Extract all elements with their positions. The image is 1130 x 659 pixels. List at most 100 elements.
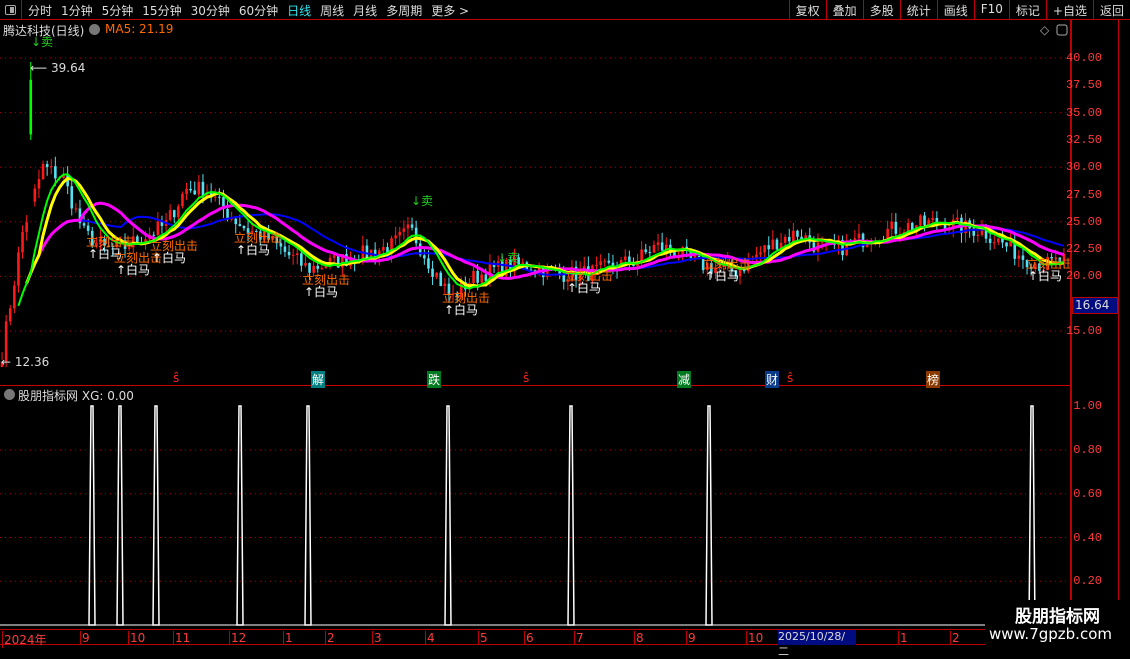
candle-body (648, 252, 652, 254)
candle-body (771, 239, 775, 250)
candle-body (431, 268, 434, 277)
time-tick: 6 (524, 631, 534, 645)
event-signal[interactable]: 解 (311, 371, 326, 388)
candle-body (435, 272, 438, 277)
panel-icon[interactable] (1056, 24, 1068, 36)
candle-body (439, 272, 443, 286)
time-axis: 2025/10/28/二 2024年 9 10 11 12 1 2 3 4 5 6 7 8 9 10 1 2 (0, 629, 1070, 658)
event-signal[interactable]: ŝ (172, 371, 180, 385)
buy-signal: ↑白马 (236, 242, 270, 257)
candle-body (759, 252, 762, 255)
candle-body (283, 246, 287, 252)
candle-body (300, 253, 303, 266)
buy-signal: ↑白马 (444, 302, 478, 317)
price-tick: 40.00 (1065, 51, 1102, 65)
price-tick: 35.00 (1065, 105, 1102, 120)
candle-body (316, 265, 320, 269)
candle-body (767, 245, 771, 250)
candle-body (792, 230, 795, 242)
xg-spike (1028, 405, 1036, 626)
event-signal[interactable]: 财 (765, 371, 780, 388)
xg-spike (116, 405, 124, 626)
candle-body (238, 224, 242, 226)
candle-body (988, 238, 992, 243)
xg-spike (304, 405, 312, 626)
candle-body (402, 228, 406, 232)
price-tick: 30.00 (1065, 160, 1102, 175)
candle-body (308, 263, 311, 273)
candle-body (894, 221, 898, 234)
panel-divider[interactable] (0, 385, 1070, 386)
candle-body (213, 196, 217, 198)
indicator-title: 股朋指标网 XG: 0.00 (18, 387, 134, 404)
candle-body (599, 261, 602, 265)
candle-body (787, 236, 791, 242)
xg-spike (444, 405, 452, 626)
xg-spike (152, 405, 160, 626)
candle-body (857, 233, 861, 239)
buy-signal: ↑白马 (1028, 268, 1062, 283)
buy-signal: ↑白马 (705, 268, 739, 283)
candlestick-chart[interactable]: ⟵ 39.64← 12.36立刻出击↑白马立刻出击↑白马立刻出击↑白马立刻出击↑… (0, 0, 1070, 630)
candle-body (181, 193, 184, 207)
watermark: 股朋指标网 www.7gpzb.com (985, 600, 1130, 650)
candle-body (783, 236, 787, 243)
candle-body (320, 268, 324, 270)
indicator-tick: 0.20 (1073, 574, 1102, 589)
time-tick: 2 (950, 631, 960, 645)
price-tick: 37.50 (1065, 78, 1102, 93)
candle-body (1005, 242, 1008, 247)
candle-body (25, 222, 28, 232)
toolbar-button[interactable]: 返回 (1092, 0, 1130, 20)
side-strip[interactable] (1118, 20, 1130, 650)
candle-body (656, 242, 660, 245)
candle-body (304, 263, 307, 266)
candle-body (997, 238, 1000, 243)
candle-body (189, 188, 192, 191)
indicator-tick: 0.60 (1073, 486, 1102, 501)
diamond-icon[interactable]: ◇ (1040, 23, 1050, 37)
candle-body (398, 231, 402, 236)
indicator-name: 股朋指标网 (18, 389, 79, 403)
candle-body (820, 242, 824, 244)
price-tick: 25.00 (1065, 214, 1102, 229)
event-signal[interactable]: 榜 (926, 371, 941, 388)
candle-body (291, 254, 295, 256)
candle-body (218, 196, 221, 198)
candle-body (49, 166, 53, 168)
candle-body (172, 210, 176, 218)
candle-body (956, 217, 959, 220)
candle-body (13, 285, 16, 309)
candle-body (86, 225, 90, 231)
time-tick: 10 (128, 631, 146, 645)
candle-body (295, 253, 299, 255)
time-tick: 5 (478, 631, 488, 645)
candle-body (17, 252, 20, 286)
candle-body (472, 270, 475, 283)
candle-body (394, 235, 397, 239)
time-tick: 1 (283, 631, 293, 645)
event-signal[interactable]: ŝ (522, 371, 530, 385)
candle-body (152, 234, 156, 236)
indicator-dropdown-icon[interactable] (4, 389, 15, 400)
candle-body (193, 190, 197, 195)
low-marker: ← 12.36 (1, 355, 49, 369)
xg-spike (705, 405, 713, 626)
event-signal[interactable]: 减 (677, 371, 692, 388)
candle-body (623, 256, 627, 261)
candle-body (693, 255, 697, 258)
candle-body (365, 245, 369, 258)
candle-body (382, 247, 385, 251)
time-tick: 1 (898, 631, 908, 645)
candle-body (923, 215, 926, 225)
candle-body (177, 206, 180, 218)
time-tick: 7 (574, 631, 584, 645)
event-signal[interactable]: 跌 (427, 371, 442, 388)
event-signal[interactable]: ŝ (786, 371, 794, 385)
candle-body (796, 230, 799, 237)
candle-body (697, 255, 701, 257)
candle-body (29, 79, 33, 135)
candle-body (603, 260, 607, 262)
watermark-name: 股朋指标网 (1015, 607, 1100, 627)
price-tick: 27.50 (1065, 187, 1102, 202)
